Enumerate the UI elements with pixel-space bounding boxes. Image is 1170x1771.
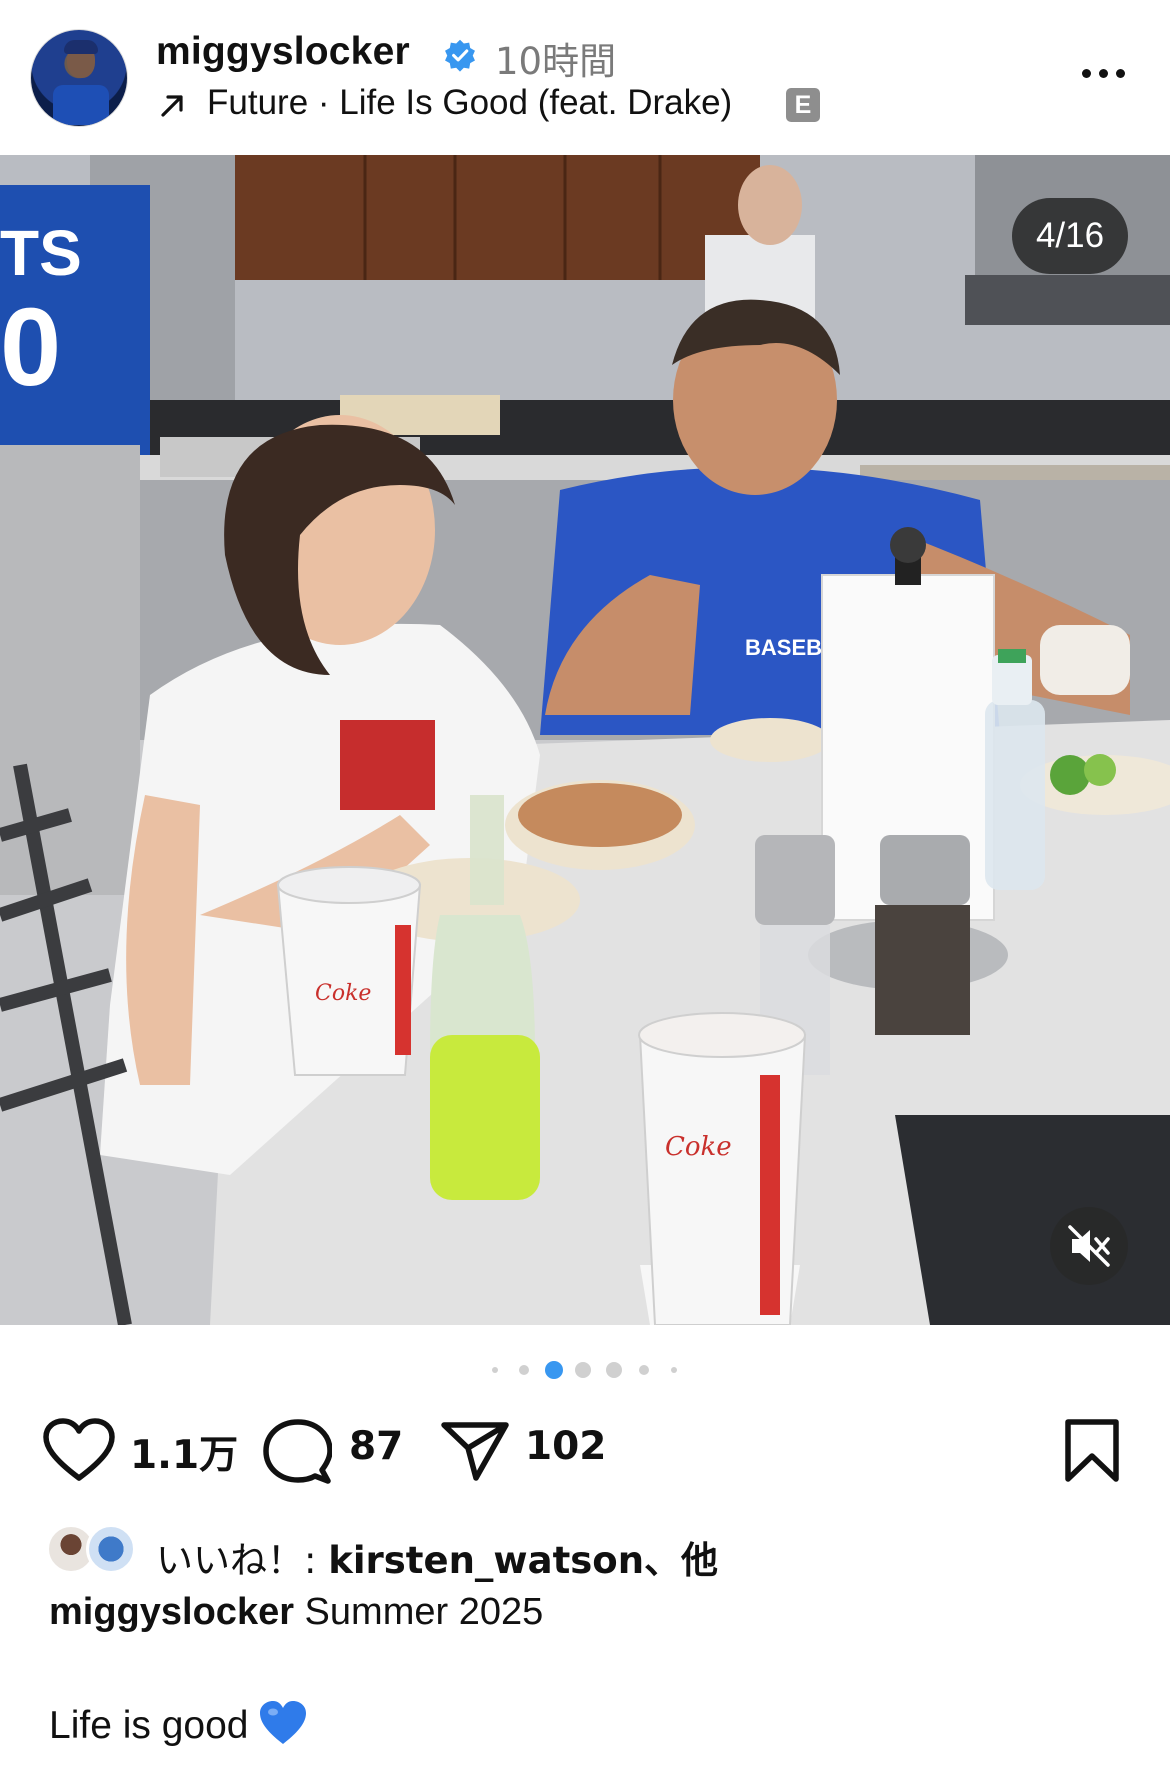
post-caption-line2: Life is good — [49, 1700, 308, 1748]
verified-badge-icon — [445, 39, 475, 72]
svg-text:Coke: Coke — [665, 1132, 732, 1162]
post-time: 10時間 — [495, 40, 617, 83]
heart-icon[interactable] — [42, 1418, 116, 1484]
comment-bubble-icon[interactable] — [262, 1418, 332, 1486]
carousel-dot — [639, 1365, 649, 1375]
like-count[interactable]: 1.1万 — [130, 1424, 238, 1480]
avatar-cap — [64, 40, 98, 54]
avatar-jersey — [53, 85, 109, 125]
carousel-counter: 4/16 — [1012, 198, 1128, 274]
blue-heart-icon — [260, 1701, 307, 1744]
carousel-dot — [575, 1362, 591, 1378]
profile-avatar[interactable] — [30, 29, 128, 127]
carousel-dot — [671, 1367, 677, 1373]
caption-text: Summer 2025 — [294, 1591, 544, 1633]
liked-by-suffix: 、他 — [644, 1539, 719, 1582]
liked-by-user[interactable]: kirsten_watson — [328, 1539, 644, 1582]
post-caption: miggyslocker Summer 2025 — [49, 1591, 543, 1634]
caption-username[interactable]: miggyslocker — [49, 1591, 294, 1633]
carousel-dot-active — [545, 1361, 563, 1379]
carousel-dot — [606, 1362, 622, 1378]
share-count[interactable]: 102 — [525, 1424, 606, 1469]
carousel-dot — [492, 1367, 498, 1373]
svg-text:BASEB: BASEB — [745, 635, 822, 660]
music-track[interactable]: Future · Life Is Good (feat. Drake) — [207, 83, 732, 123]
muted-speaker-icon[interactable] — [1050, 1207, 1128, 1285]
post-photo[interactable]: TS 0 BASEB Coke Coke 4/16 — [0, 155, 1170, 1325]
liker-avatar[interactable] — [86, 1524, 136, 1574]
liked-by-line[interactable]: いいね！: kirsten_watson、他 — [156, 1530, 718, 1584]
svg-text:Coke: Coke — [315, 981, 371, 1006]
caption-text-2: Life is good — [49, 1704, 249, 1747]
bookmark-icon[interactable] — [1062, 1418, 1122, 1484]
paper-plane-icon[interactable] — [440, 1420, 510, 1482]
comment-count[interactable]: 87 — [349, 1424, 403, 1469]
svg-text:TS: TS — [0, 217, 82, 289]
post-username[interactable]: miggyslocker — [156, 30, 410, 74]
explicit-badge: E — [786, 88, 820, 122]
photo-illustration: TS 0 BASEB Coke Coke — [0, 155, 1170, 1325]
svg-text:0: 0 — [0, 286, 61, 409]
music-arrow-icon — [161, 95, 183, 117]
liked-by-prefix: いいね！: — [156, 1539, 329, 1582]
more-horizontal-icon[interactable] — [1078, 58, 1130, 88]
post-header: miggyslocker 10時間 Future · Life Is Good … — [0, 0, 1170, 155]
carousel-dots — [0, 1360, 1170, 1380]
carousel-dot — [519, 1365, 529, 1375]
